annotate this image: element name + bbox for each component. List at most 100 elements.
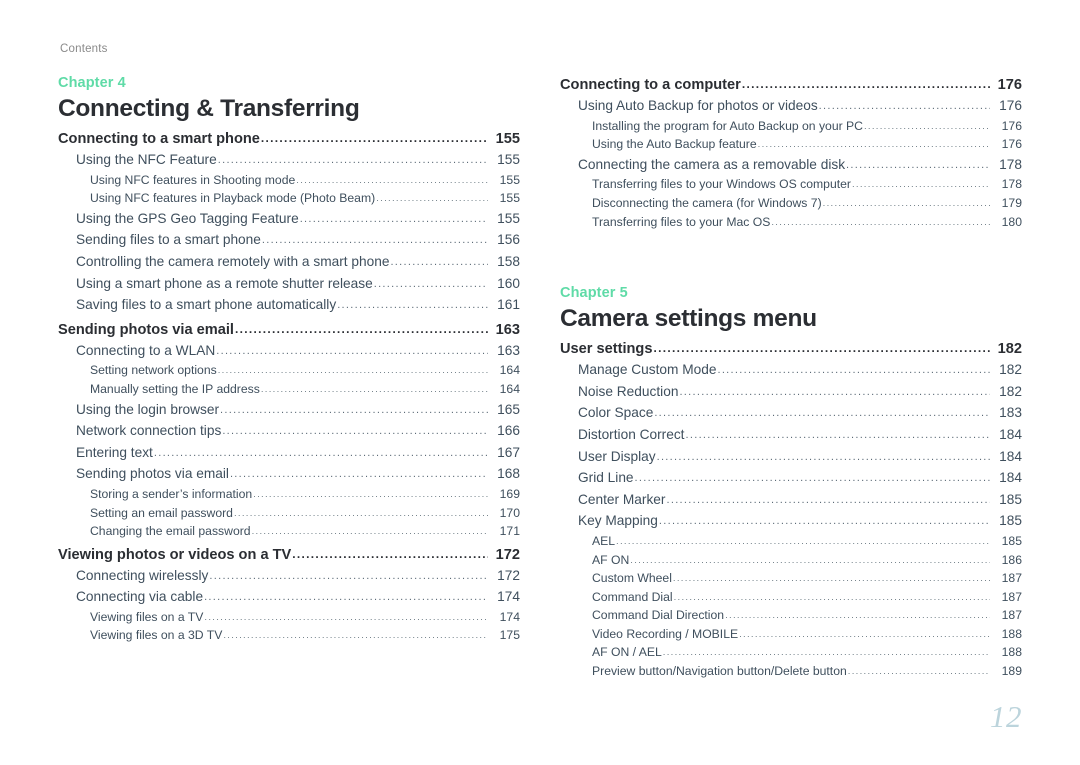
toc-entry-level-2[interactable]: Using the NFC Feature...................…: [58, 150, 520, 172]
toc-entry-level-2[interactable]: Connecting to a WLAN....................…: [58, 341, 520, 363]
toc-leader-dots: ........................................…: [260, 383, 488, 395]
toc-entry-level-2[interactable]: Distortion Correct......................…: [560, 425, 1022, 447]
toc-entry-level-3[interactable]: Video Recording / MOBILE................…: [560, 626, 1022, 645]
toc-leader-dots: ........................................…: [666, 493, 990, 506]
toc-leader-dots: ........................................…: [679, 385, 990, 398]
toc-leader-dots: ........................................…: [233, 507, 488, 519]
toc-entry-level-3[interactable]: AEL.....................................…: [560, 533, 1022, 552]
toc-entry-level-3[interactable]: Setting an email password...............…: [58, 505, 520, 524]
toc-entry-level-3[interactable]: Using NFC features in Playback mode (Pho…: [58, 190, 520, 209]
toc-entry-level-3[interactable]: Setting network options.................…: [58, 362, 520, 381]
toc-entry-level-2[interactable]: Controlling the camera remotely with a s…: [58, 252, 520, 274]
toc-entry-level-2[interactable]: Using the login browser.................…: [58, 400, 520, 422]
toc-entry-label: Network connection tips: [76, 423, 222, 439]
toc-entry-level-2[interactable]: Grid Line...............................…: [560, 468, 1022, 490]
toc-entry-page-number: 178: [999, 156, 1022, 172]
toc-entry-level-3[interactable]: Storing a sender’s information..........…: [58, 486, 520, 505]
toc-entry-page-number: 182: [997, 341, 1022, 358]
toc-entry-level-2[interactable]: Using the GPS Geo Tagging Feature.......…: [58, 209, 520, 231]
toc-entry-level-3[interactable]: Preview button/Navigation button/Delete …: [560, 663, 1022, 682]
toc-entry-page-number: 185: [999, 491, 1022, 507]
toc-leader-dots: ........................................…: [217, 365, 488, 377]
toc-leader-dots: ........................................…: [771, 216, 990, 228]
toc-leader-dots: ........................................…: [662, 647, 990, 659]
toc-entry-page-number: 189: [1001, 664, 1022, 679]
toc-entry-level-3[interactable]: AF ON / AEL.............................…: [560, 644, 1022, 663]
chapter-label: Chapter 4: [58, 75, 126, 91]
toc-entry-label: AF ON: [592, 552, 630, 567]
toc-entry-label: Connecting to a computer: [560, 77, 741, 93]
toc-entry-level-2[interactable]: Connecting the camera as a removable dis…: [560, 155, 1022, 177]
toc-entry-level-3[interactable]: Command Dial............................…: [560, 589, 1022, 608]
toc-entry-page-number: 155: [499, 191, 520, 206]
toc-entry-label: Viewing photos or videos on a TV: [58, 546, 292, 563]
toc-entry-level-3[interactable]: Using NFC features in Shooting mode.....…: [58, 172, 520, 191]
toc-entry-level-2[interactable]: Using a smart phone as a remote shutter …: [58, 274, 520, 296]
toc-entry-label: Using Auto Backup for photos or videos: [578, 98, 818, 113]
toc-entry-level-3[interactable]: Disconnecting the camera (for Windows 7)…: [560, 195, 1022, 214]
toc-entry-page-number: 163: [497, 342, 520, 358]
toc-entry-level-1[interactable]: Sending photos via email................…: [58, 319, 520, 341]
toc-entry-label: Entering text: [76, 444, 153, 460]
toc-entry-level-2[interactable]: User Display............................…: [560, 447, 1022, 469]
toc-entry-level-2[interactable]: Center Marker...........................…: [560, 490, 1022, 512]
toc-entry-label: Storing a sender’s information: [90, 486, 253, 501]
toc-entry-level-2[interactable]: Using Auto Backup for photos or videos..…: [560, 96, 1022, 118]
toc-entry-label: Sending photos via email: [76, 466, 229, 482]
toc-entry-level-1[interactable]: Viewing photos or videos on a TV........…: [58, 544, 520, 566]
toc-entry-label: Command Dial: [592, 589, 673, 604]
toc-entry-page-number: 160: [497, 275, 520, 291]
toc-leader-dots: ........................................…: [847, 666, 990, 678]
toc-entry-level-3[interactable]: Viewing files on a TV...................…: [58, 609, 520, 628]
toc-entry-level-2[interactable]: Color Space.............................…: [560, 403, 1022, 425]
toc-entry-level-3[interactable]: AF ON...................................…: [560, 552, 1022, 571]
toc-entry-level-2[interactable]: Connecting wirelessly...................…: [58, 566, 520, 588]
toc-entry-level-1[interactable]: Connecting to a computer................…: [560, 74, 1022, 96]
toc-leader-dots: ........................................…: [822, 197, 990, 209]
toc-entry-label: Connecting the camera as a removable dis…: [578, 156, 846, 172]
toc-leader-dots: ........................................…: [153, 446, 488, 459]
toc-entry-label: Key Mapping: [578, 513, 658, 529]
toc-entry-page-number: 172: [495, 546, 520, 563]
toc-entry-page-number: 183: [999, 405, 1022, 421]
toc-entry-level-2[interactable]: Manage Custom Mode......................…: [560, 360, 1022, 382]
toc-entry-level-3[interactable]: Transferring files to your Windows OS co…: [560, 176, 1022, 195]
toc-leader-dots: ........................................…: [373, 277, 488, 290]
toc-entry-level-3[interactable]: Custom Wheel............................…: [560, 570, 1022, 589]
toc-entry-label: Controlling the camera remotely with a s…: [76, 253, 390, 269]
toc-leader-dots: ........................................…: [863, 120, 990, 132]
toc-entry-level-3[interactable]: Transferring files to your Mac OS.......…: [560, 214, 1022, 233]
toc-entry-label: Using NFC features in Playback mode (Pho…: [90, 191, 376, 206]
toc-entry-level-2[interactable]: Sending files to a smart phone..........…: [58, 230, 520, 252]
toc-leader-dots: ........................................…: [725, 610, 990, 622]
chapter-label: Chapter 5: [560, 285, 628, 302]
toc-entry-level-2[interactable]: Entering text...........................…: [58, 443, 520, 465]
toc-entry-level-3[interactable]: Changing the email password.............…: [58, 523, 520, 542]
toc-entry-level-3[interactable]: Using the Auto Backup feature...........…: [560, 136, 1022, 155]
toc-entry-level-3[interactable]: Viewing files on a 3D TV................…: [58, 627, 520, 646]
toc-entry-level-2[interactable]: Connecting via cable....................…: [58, 587, 520, 609]
toc-entry-page-number: 176: [1001, 118, 1022, 133]
toc-entry-label: Distortion Correct: [578, 426, 685, 442]
toc-entry-label: Transferring files to your Windows OS co…: [592, 177, 851, 192]
toc-entry-page-number: 187: [1001, 589, 1022, 604]
toc-entry-level-2[interactable]: Sending photos via email................…: [58, 464, 520, 486]
toc-leader-dots: ........................................…: [216, 344, 488, 357]
toc-entry-label: AF ON / AEL: [592, 645, 662, 660]
toc-entry-page-number: 168: [497, 466, 520, 482]
toc-leader-dots: ........................................…: [299, 212, 488, 225]
toc-entry-label: Connecting wirelessly: [76, 567, 209, 583]
toc-entry-level-1[interactable]: User settings...........................…: [560, 338, 1022, 360]
toc-entry-level-3[interactable]: Manually setting the IP address.........…: [58, 381, 520, 400]
toc-entry-page-number: 187: [1001, 608, 1022, 623]
toc-entry-label: Center Marker: [578, 491, 666, 507]
toc-entry-level-3[interactable]: Command Dial Direction..................…: [560, 607, 1022, 626]
toc-entry-page-number: 175: [499, 628, 520, 643]
toc-entry-level-1[interactable]: Connecting to a smart phone.............…: [58, 128, 520, 150]
toc-entry-level-2[interactable]: Network connection tips.................…: [58, 421, 520, 443]
toc-entry-level-2[interactable]: Noise Reduction.........................…: [560, 382, 1022, 404]
toc-entry-level-2[interactable]: Key Mapping.............................…: [560, 511, 1022, 533]
toc-entry-level-2[interactable]: Saving files to a smart phone automatica…: [58, 295, 520, 317]
toc-entry-level-3[interactable]: Installing the program for Auto Backup o…: [560, 118, 1022, 137]
toc-leader-dots: ........................................…: [656, 450, 990, 463]
